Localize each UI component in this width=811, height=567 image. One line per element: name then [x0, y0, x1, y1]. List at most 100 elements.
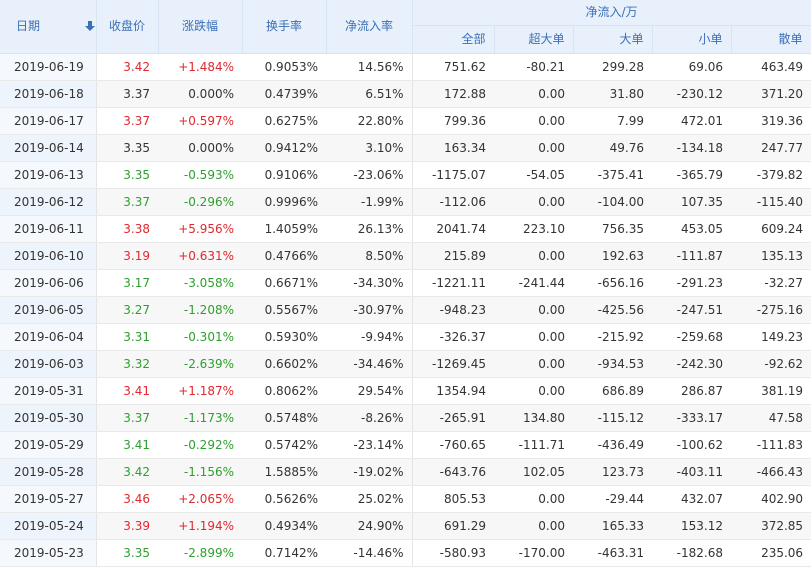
cell-change: -0.301%	[158, 323, 242, 351]
cell-super-large: 102.05	[494, 458, 573, 486]
cell-change: -0.292%	[158, 431, 242, 459]
cell-small: -182.68	[652, 539, 731, 567]
sort-down-arrow-icon[interactable]	[84, 20, 96, 32]
cell-close: 3.19	[96, 242, 158, 270]
cell-date: 2019-06-14	[0, 134, 97, 162]
cell-retail: 235.06	[731, 539, 811, 567]
cell-net-rate: -8.26%	[326, 404, 413, 432]
cell-super-large: -111.71	[494, 431, 573, 459]
cell-close: 3.27	[96, 296, 158, 324]
cell-small: 69.06	[652, 53, 731, 81]
cell-total: -760.65	[412, 431, 494, 459]
header-date[interactable]: 日期	[0, 0, 97, 54]
table-header: 日期 收盘价 涨跌幅 换手率 净流入率 净流入/万 全部 超大单 大单 小单 散…	[0, 0, 811, 54]
cell-change: +0.597%	[158, 107, 242, 135]
cell-net-rate: 29.54%	[326, 377, 413, 405]
cell-date: 2019-06-10	[0, 242, 97, 270]
cell-retail: 371.20	[731, 80, 811, 108]
cell-change: -1.173%	[158, 404, 242, 432]
cell-large: -215.92	[573, 323, 652, 351]
table-row: 2019-05-27 3.46 +2.065% 0.5626% 25.02% 805.53…	[0, 485, 811, 513]
cell-total: 2041.74	[412, 215, 494, 243]
cell-total: -1221.11	[412, 269, 494, 297]
cell-change: -2.899%	[158, 539, 242, 567]
cell-small: 153.12	[652, 512, 731, 540]
cell-close: 3.35	[96, 161, 158, 189]
cell-retail: 402.90	[731, 485, 811, 513]
header-retail[interactable]: 散单	[731, 25, 811, 54]
table-row: 2019-06-12 3.37 -0.296% 0.9996% -1.99% -112.0…	[0, 188, 811, 216]
header-small[interactable]: 小单	[652, 25, 732, 54]
cell-large: 31.80	[573, 80, 652, 108]
cell-close: 3.37	[96, 188, 158, 216]
header-super-large-label: 超大单	[528, 32, 565, 46]
cell-close: 3.31	[96, 323, 158, 351]
cell-retail: 47.58	[731, 404, 811, 432]
cell-super-large: -170.00	[494, 539, 573, 567]
cell-total: 1354.94	[412, 377, 494, 405]
table-row: 2019-05-31 3.41 +1.187% 0.8062% 29.54% 1354.9…	[0, 377, 811, 405]
table-row: 2019-05-23 3.35 -2.899% 0.7142% -14.46% -580.…	[0, 539, 811, 567]
cell-retail: -32.27	[731, 269, 811, 297]
cell-turnover: 0.5567%	[242, 296, 326, 324]
cell-change: -1.208%	[158, 296, 242, 324]
cell-net-rate: -19.02%	[326, 458, 413, 486]
header-retail-label: 散单	[778, 32, 803, 46]
header-large[interactable]: 大单	[573, 25, 653, 54]
cell-net-rate: -9.94%	[326, 323, 413, 351]
header-net-inflow-group: 净流入/万	[412, 0, 811, 26]
cell-small: 453.05	[652, 215, 731, 243]
cell-change: +1.194%	[158, 512, 242, 540]
cell-change: -2.639%	[158, 350, 242, 378]
cell-large: -463.31	[573, 539, 652, 567]
cell-super-large: 0.00	[494, 242, 573, 270]
cell-date: 2019-06-03	[0, 350, 97, 378]
table-row: 2019-05-28 3.42 -1.156% 1.5885% -19.02% -643.…	[0, 458, 811, 486]
cell-retail: 463.49	[731, 53, 811, 81]
cell-retail: -275.16	[731, 296, 811, 324]
cell-turnover: 0.4739%	[242, 80, 326, 108]
cell-large: -425.56	[573, 296, 652, 324]
cell-change: 0.000%	[158, 134, 242, 162]
cell-retail: -379.82	[731, 161, 811, 189]
cell-close: 3.37	[96, 80, 158, 108]
cell-large: 123.73	[573, 458, 652, 486]
cell-large: -104.00	[573, 188, 652, 216]
table-row: 2019-06-14 3.35 0.000% 0.9412% 3.10% 163.34 0.…	[0, 134, 811, 162]
header-turnover[interactable]: 换手率	[242, 0, 327, 54]
cell-close: 3.32	[96, 350, 158, 378]
fund-flow-table: 日期 收盘价 涨跌幅 换手率 净流入率 净流入/万 全部 超大单 大单 小单 散…	[0, 0, 811, 567]
cell-change: 0.000%	[158, 80, 242, 108]
cell-large: 49.76	[573, 134, 652, 162]
header-super-large[interactable]: 超大单	[494, 25, 574, 54]
cell-turnover: 0.7142%	[242, 539, 326, 567]
cell-net-rate: 24.90%	[326, 512, 413, 540]
cell-change: -3.058%	[158, 269, 242, 297]
cell-net-rate: 3.10%	[326, 134, 413, 162]
cell-date: 2019-06-17	[0, 107, 97, 135]
cell-turnover: 0.5626%	[242, 485, 326, 513]
cell-change: +2.065%	[158, 485, 242, 513]
cell-date: 2019-06-11	[0, 215, 97, 243]
cell-date: 2019-05-27	[0, 485, 97, 513]
cell-large: 192.63	[573, 242, 652, 270]
header-net-inflow-rate[interactable]: 净流入率	[326, 0, 413, 54]
cell-super-large: -241.44	[494, 269, 573, 297]
cell-close: 3.38	[96, 215, 158, 243]
cell-small: -291.23	[652, 269, 731, 297]
cell-net-rate: -1.99%	[326, 188, 413, 216]
cell-close: 3.37	[96, 107, 158, 135]
cell-super-large: 223.10	[494, 215, 573, 243]
header-close[interactable]: 收盘价	[96, 0, 159, 54]
cell-net-rate: 26.13%	[326, 215, 413, 243]
cell-net-rate: 14.56%	[326, 53, 413, 81]
header-total[interactable]: 全部	[412, 25, 495, 54]
header-total-label: 全部	[461, 32, 486, 46]
cell-super-large: 0.00	[494, 323, 573, 351]
cell-turnover: 0.4934%	[242, 512, 326, 540]
table-row: 2019-06-04 3.31 -0.301% 0.5930% -9.94% -326.3…	[0, 323, 811, 351]
header-change-pct[interactable]: 涨跌幅	[158, 0, 243, 54]
cell-date: 2019-06-06	[0, 269, 97, 297]
cell-date: 2019-05-31	[0, 377, 97, 405]
table-row: 2019-06-18 3.37 0.000% 0.4739% 6.51% 172.88 0.…	[0, 80, 811, 108]
